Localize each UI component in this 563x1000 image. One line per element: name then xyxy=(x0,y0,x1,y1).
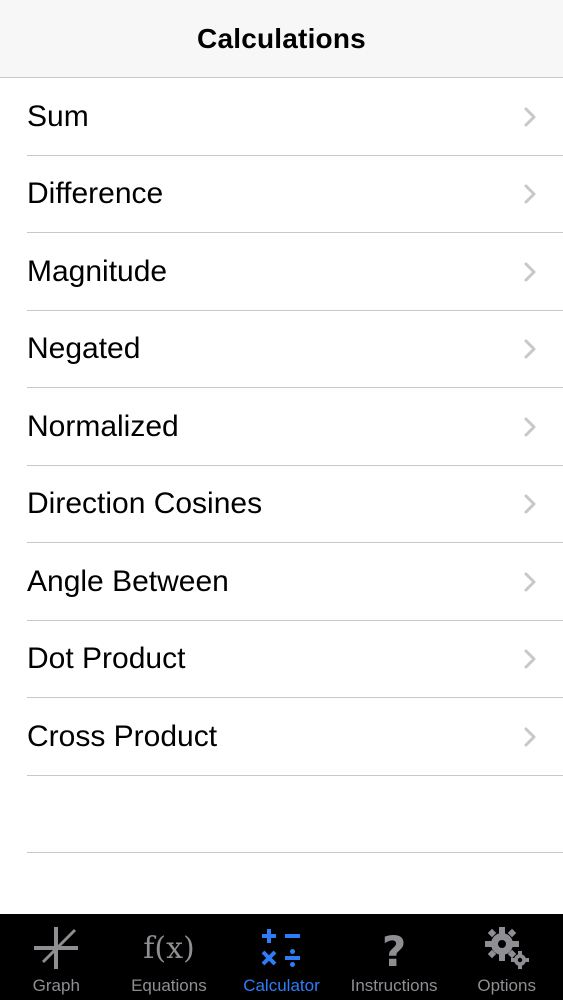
chevron-right-icon xyxy=(524,184,536,204)
page-title: Calculations xyxy=(197,22,366,54)
list-item-normalized[interactable]: Normalized xyxy=(0,388,563,466)
tab-graph[interactable]: Graph xyxy=(0,914,113,1000)
svg-text:?: ? xyxy=(382,927,406,972)
chevron-right-icon xyxy=(524,494,536,514)
chevron-right-icon xyxy=(524,572,536,592)
fx-icon: f(x) xyxy=(144,931,194,966)
calculations-list: Sum Difference Magnitude Negated Normali… xyxy=(0,78,563,853)
chevron-right-icon xyxy=(524,262,536,282)
list-item-angle-between[interactable]: Angle Between xyxy=(0,543,563,621)
graph-axes-icon xyxy=(34,927,79,969)
gears-icon xyxy=(484,927,529,969)
question-mark-icon: ? xyxy=(382,927,406,972)
tab-bar: Graph f(x) Equations Calculator ? Instru… xyxy=(0,914,563,1000)
chevron-right-icon xyxy=(524,417,536,437)
list-item-label: Sum xyxy=(27,99,89,133)
list-item-magnitude[interactable]: Magnitude xyxy=(0,233,563,311)
list-item-dot-product[interactable]: Dot Product xyxy=(0,621,563,699)
list-item-difference[interactable]: Difference xyxy=(0,156,563,234)
tab-label: Graph xyxy=(32,976,80,995)
tab-label: Calculator xyxy=(243,976,320,995)
list-item-negated[interactable]: Negated xyxy=(0,311,563,389)
tab-label: Options xyxy=(477,976,536,995)
list-item-label: Angle Between xyxy=(27,564,229,598)
list-item-sum[interactable]: Sum xyxy=(0,78,563,156)
app-screen: Calculations Sum Difference Magnitude Ne… xyxy=(0,0,563,1000)
list-item-direction-cosines[interactable]: Direction Cosines xyxy=(0,466,563,544)
tab-calculator[interactable]: Calculator xyxy=(225,914,338,1000)
chevron-right-icon xyxy=(524,339,536,359)
tab-label: Instructions xyxy=(350,976,438,995)
empty-list-row xyxy=(0,776,563,854)
tab-equations[interactable]: f(x) Equations xyxy=(113,914,226,1000)
navigation-bar: Calculations xyxy=(0,0,563,78)
calculator-operators-icon xyxy=(262,929,301,967)
list-item-cross-product[interactable]: Cross Product xyxy=(0,698,563,776)
chevron-right-icon xyxy=(524,649,536,669)
list-item-label: Dot Product xyxy=(27,642,186,676)
list-item-label: Cross Product xyxy=(27,719,218,753)
tab-instructions[interactable]: ? Instructions xyxy=(338,914,451,1000)
tab-label: Equations xyxy=(131,976,207,995)
list-item-label: Difference xyxy=(27,177,164,211)
list-item-label: Normalized xyxy=(27,409,179,443)
tab-options[interactable]: Options xyxy=(450,914,563,1000)
list-item-label: Magnitude xyxy=(27,254,168,288)
list-item-label: Negated xyxy=(27,332,141,366)
svg-text:f(x): f(x) xyxy=(144,931,194,966)
chevron-right-icon xyxy=(524,727,536,747)
list-item-label: Direction Cosines xyxy=(27,487,263,521)
chevron-right-icon xyxy=(524,107,536,127)
